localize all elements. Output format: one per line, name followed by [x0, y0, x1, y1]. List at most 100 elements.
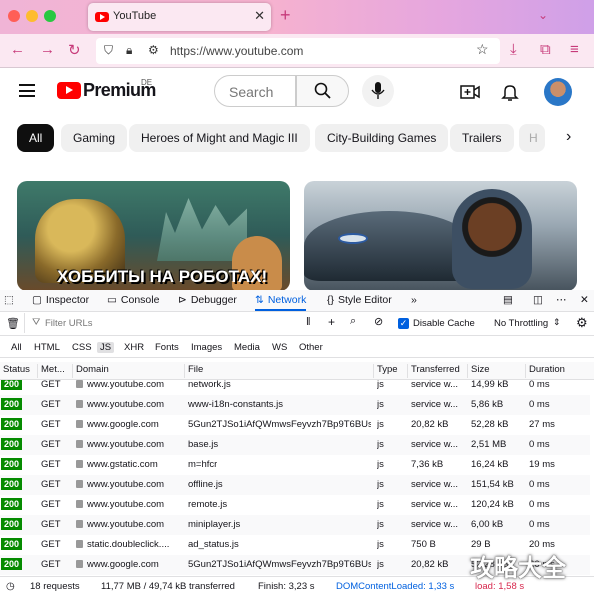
lock-icon[interactable]: 🔒︎ — [126, 43, 132, 58]
request-method: GET — [41, 499, 61, 510]
request-domain: www.youtube.com — [76, 439, 164, 450]
tab-inspector[interactable]: ▢ Inspector — [32, 294, 89, 306]
network-icon: ⇅ — [255, 294, 264, 306]
url-bar[interactable]: ⛉ 🔒︎ ⚙ https://www.youtube.com — [96, 38, 500, 64]
filter-other[interactable]: Other — [296, 342, 326, 353]
extensions-icon[interactable]: ⧉ — [540, 41, 551, 58]
filter-html[interactable]: HTML — [31, 342, 63, 353]
close-tab-icon[interactable]: ✕ — [254, 8, 265, 24]
close-window-button[interactable] — [8, 10, 20, 22]
request-domain-text: www.youtube.com — [87, 499, 165, 510]
column-duration[interactable]: Duration — [525, 364, 565, 378]
back-button[interactable]: ← — [10, 41, 25, 58]
request-status: 200 — [1, 458, 23, 470]
shield-icon[interactable]: ⛉ — [104, 43, 113, 58]
column-file[interactable]: File — [184, 364, 203, 378]
chip-trailers[interactable]: Trailers — [450, 124, 514, 152]
avatar[interactable] — [544, 78, 572, 106]
voice-search-button[interactable] — [362, 75, 394, 107]
video-thumbnail-2[interactable] — [304, 181, 577, 290]
more-tabs-icon[interactable]: » — [411, 294, 417, 306]
tab-style-editor-label: Style Editor — [338, 294, 392, 306]
permissions-icon[interactable]: ⚙ — [148, 43, 159, 57]
menu-icon[interactable]: ≡ — [570, 41, 579, 58]
tab-style-editor[interactable]: {} Style Editor — [327, 294, 392, 306]
chip-all[interactable]: All — [17, 124, 55, 152]
tab-debugger[interactable]: ⊳ Debugger — [178, 294, 237, 306]
filter-media[interactable]: Media — [231, 342, 263, 353]
dock-options-icon[interactable]: ◫ — [533, 294, 543, 306]
downloads-icon[interactable]: ⤓ — [510, 41, 517, 58]
table-row[interactable]: 200 GET www.youtube.com network.js js service… — [0, 380, 590, 395]
chip-gaming[interactable]: Gaming — [61, 124, 128, 152]
filter-fonts[interactable]: Fonts — [152, 342, 182, 353]
request-size: 151,54 kB — [471, 479, 514, 490]
bookmark-star-icon[interactable]: ☆ — [476, 41, 489, 58]
search-requests-icon[interactable]: ⌕ — [350, 315, 356, 328]
video-thumbnail-1[interactable]: ХОББИТЫ НА РОБОТАХ! — [17, 181, 290, 290]
forward-button[interactable]: → — [40, 41, 55, 58]
filter-xhr[interactable]: XHR — [121, 342, 147, 353]
throttling-select[interactable]: No Throttling — [494, 318, 548, 329]
table-row[interactable]: 200 GET www.youtube.com base.js js service w.… — [0, 435, 590, 455]
lock-icon — [76, 440, 83, 448]
filter-js[interactable]: JS — [97, 342, 115, 353]
split-console-icon[interactable]: ▤ — [503, 294, 513, 306]
column-domain[interactable]: Domain — [72, 364, 109, 378]
devtools-menu-icon[interactable]: ⋯ — [556, 294, 567, 306]
table-row[interactable]: 200 GET www.youtube.com miniplayer.js js serv… — [0, 515, 590, 535]
minimize-window-button[interactable] — [26, 10, 38, 22]
table-row[interactable]: 200 GET www.youtube.com offline.js js service… — [0, 475, 590, 495]
devtools-close-icon[interactable]: ✕ — [580, 294, 589, 306]
search-input[interactable]: Search — [214, 75, 296, 107]
new-tab-button[interactable]: + — [280, 5, 291, 26]
trash-icon[interactable]: 🗑︎ — [6, 317, 20, 330]
notifications-bell-icon[interactable] — [501, 83, 519, 101]
tab-youtube[interactable]: YouTube ✕ — [88, 3, 271, 31]
filter-images[interactable]: Images — [188, 342, 225, 353]
disable-cache-checkbox[interactable]: ✓ — [398, 318, 409, 329]
block-icon[interactable]: ⊘ — [374, 315, 383, 328]
filter-all[interactable]: All — [8, 342, 25, 353]
tab-network[interactable]: ⇅ Network — [255, 294, 307, 311]
youtube-logo-icon[interactable] — [57, 82, 81, 99]
column-status[interactable]: Status — [0, 364, 30, 378]
column-size[interactable]: Size — [467, 364, 489, 378]
table-row[interactable]: 200 GET www.youtube.com www-i18n-constants.… — [0, 395, 590, 415]
filter-urls-input[interactable]: ⛛ Filter URLs — [24, 313, 294, 333]
tab-console[interactable]: ▭ Console — [107, 294, 159, 306]
create-video-icon[interactable] — [460, 84, 480, 100]
search-button[interactable] — [296, 75, 349, 107]
request-status: 200 — [1, 380, 23, 390]
add-icon[interactable]: + — [328, 315, 335, 329]
column-transferred[interactable]: Transferred — [407, 364, 460, 378]
filter-css[interactable]: CSS — [69, 342, 95, 353]
table-row[interactable]: 200 GET www.google.com 5Gun2TJSo1iAfQWmwsFe… — [0, 415, 590, 435]
throttling-chevron-icon: ⇕ — [553, 317, 561, 327]
list-tabs-icon[interactable]: ⌄ — [538, 8, 548, 22]
element-picker-icon[interactable]: ⬚ — [4, 294, 14, 306]
network-settings-gear-icon[interactable]: ⚙ — [576, 315, 588, 331]
request-status: 200 — [1, 478, 23, 490]
table-row[interactable]: 200 GET www.youtube.com remote.js js service … — [0, 495, 590, 515]
chip-city-building[interactable]: City-Building Games — [315, 124, 449, 152]
chip-partial[interactable]: H — [519, 124, 545, 152]
column-method[interactable]: Met... — [37, 364, 65, 378]
request-domain: www.youtube.com — [76, 519, 164, 530]
table-row[interactable]: 200 GET www.gstatic.com m=hfcr js 7,36 kB 16,2… — [0, 455, 590, 475]
maximize-window-button[interactable] — [44, 10, 56, 22]
chips-next-icon[interactable]: › — [566, 128, 571, 146]
search-placeholder: Search — [229, 84, 274, 100]
url-text[interactable]: https://www.youtube.com — [170, 44, 303, 58]
lock-icon — [76, 460, 83, 468]
reload-button[interactable]: ↻ — [68, 41, 81, 59]
request-status: 200 — [1, 518, 23, 530]
filter-ws[interactable]: WS — [269, 342, 290, 353]
performance-clock-icon[interactable]: ◷ — [6, 581, 15, 592]
summary-transferred: 11,77 MB / 49,74 kB transferred — [101, 581, 235, 592]
chip-heroes[interactable]: Heroes of Might and Magic III — [129, 124, 310, 152]
column-type[interactable]: Type — [373, 364, 398, 378]
search-icon — [314, 82, 331, 99]
hamburger-menu-icon[interactable] — [19, 84, 35, 97]
pause-icon[interactable]: ‖ — [306, 316, 311, 328]
